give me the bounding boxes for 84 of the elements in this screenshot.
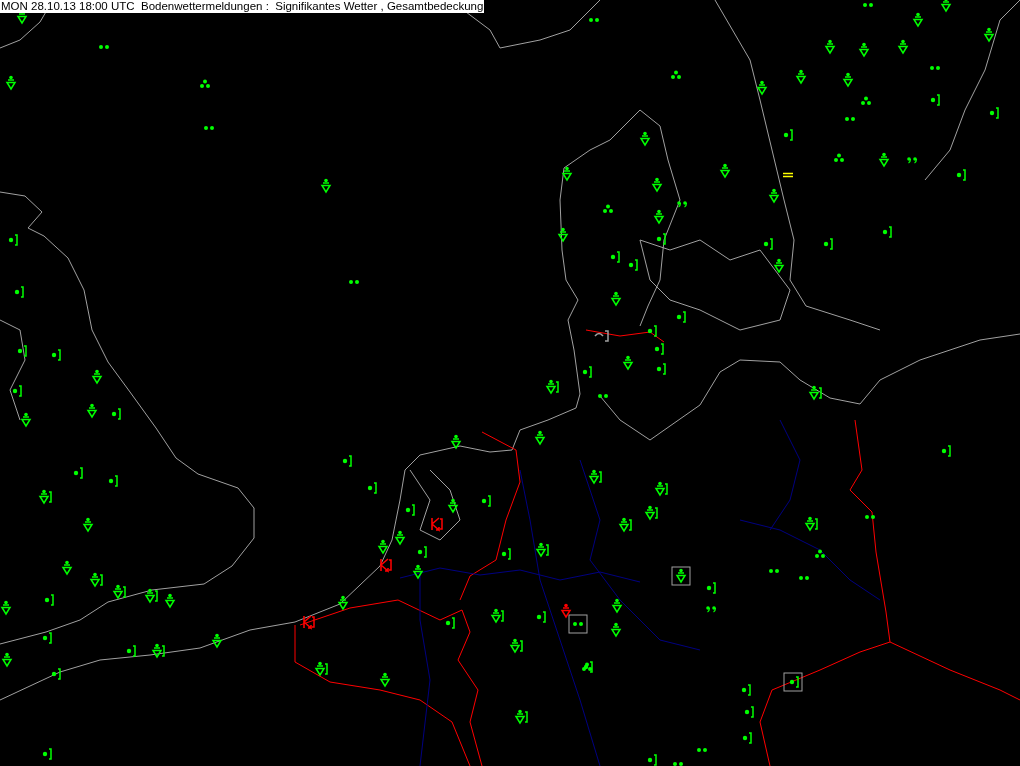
two-dots-icon [598, 394, 608, 398]
comma-marks-icon [907, 157, 918, 164]
shower-symbol-icon [490, 608, 504, 624]
shower-symbol-icon [719, 163, 731, 179]
map-title: MON 28.10.13 18:00 UTC Bodenwettermeldungen : Signifikantes Wetter , Gesamtbedeckung [0, 0, 485, 13]
shower-symbol-icon [534, 430, 546, 446]
shower-symbol-icon [0, 600, 12, 616]
thunderstorm-symbol-icon [380, 558, 392, 573]
shower-symbol-icon [314, 661, 328, 677]
shower-symbol-icon [320, 178, 332, 194]
shower-symbol-icon [611, 598, 623, 614]
two-dots-icon [930, 66, 940, 70]
two-dots-icon [573, 622, 583, 626]
shower-symbol-icon [5, 75, 17, 91]
shower-symbol-icon [20, 412, 32, 428]
shower-symbol-icon [89, 572, 103, 588]
thunderstorm-symbol-icon [431, 517, 443, 532]
shower-symbol-icon [557, 227, 569, 243]
shower-symbol-icon [588, 469, 602, 485]
station-frame-icon [568, 614, 588, 634]
shower-symbol-icon [940, 0, 952, 13]
shower-symbol-icon [808, 385, 822, 401]
shower-symbol-icon [912, 12, 924, 28]
shower-symbol-icon [644, 505, 658, 521]
shower-symbol-icon [824, 39, 836, 55]
shower-symbol-icon [91, 369, 103, 385]
shower-symbol-icon [773, 258, 785, 274]
shower-symbol-icon [842, 72, 854, 88]
shower-symbol-icon [545, 379, 559, 395]
shower-symbol-icon [61, 560, 73, 576]
shower-symbol-icon [618, 517, 632, 533]
shower-symbol-icon [38, 489, 52, 505]
shower-symbol-icon [412, 564, 424, 580]
shower-symbol-icon [377, 539, 389, 555]
two-dots-icon [769, 569, 779, 573]
shower-symbol-icon [164, 593, 176, 609]
two-dots-icon [349, 280, 359, 284]
comma-marks-icon [677, 201, 688, 208]
shower-symbol-icon [651, 177, 663, 193]
shower-symbol-icon [514, 709, 528, 725]
station-frame-icon [783, 672, 803, 692]
shower-symbol-icon [450, 434, 462, 450]
thunderstorm-symbol-icon [303, 615, 315, 630]
shower-symbol-icon [560, 603, 572, 619]
shower-symbol-icon [394, 530, 406, 546]
shower-symbol-icon [622, 355, 634, 371]
shower-symbol-icon [610, 622, 622, 638]
shower-symbol-icon [337, 595, 349, 611]
shower-symbol-icon [653, 209, 665, 225]
shower-symbol-icon [509, 638, 523, 654]
shower-symbol-icon [112, 584, 126, 600]
shower-symbol-icon [654, 481, 668, 497]
comma-marks-icon [706, 606, 717, 613]
shower-symbol-icon [878, 152, 890, 168]
shower-symbol-icon [639, 131, 651, 147]
shower-symbol-icon [768, 188, 780, 204]
shower-symbol-icon [82, 517, 94, 533]
shower-symbol-icon [86, 403, 98, 419]
two-dots-icon [589, 18, 599, 22]
shower-symbol-icon [151, 643, 165, 659]
shower-symbol-icon [1, 652, 13, 668]
two-dots-icon [799, 576, 809, 580]
fog-symbol-icon [782, 172, 794, 178]
two-dots-icon [865, 515, 875, 519]
two-dots-icon [673, 762, 683, 766]
two-dots-icon [845, 117, 855, 121]
shower-symbol-icon [379, 672, 391, 688]
two-dots-icon [204, 126, 214, 130]
shower-symbol-icon [610, 291, 622, 307]
two-dots-icon [863, 3, 873, 7]
shower-symbol-icon [447, 498, 459, 514]
shower-symbol-icon [795, 69, 807, 85]
shower-symbol-icon [756, 80, 768, 96]
shower-symbol-icon [561, 166, 573, 182]
shower-symbol-icon [804, 516, 818, 532]
shower-symbol-icon [858, 42, 870, 58]
shower-symbol-icon [211, 633, 223, 649]
shower-symbol-icon [535, 542, 549, 558]
shower-symbol-icon [983, 27, 995, 43]
shower-symbol-icon [144, 588, 158, 604]
shower-symbol-icon [897, 39, 909, 55]
two-dots-icon [697, 748, 707, 752]
two-dots-icon [99, 45, 109, 49]
bracket-symbol-icon [594, 330, 609, 342]
